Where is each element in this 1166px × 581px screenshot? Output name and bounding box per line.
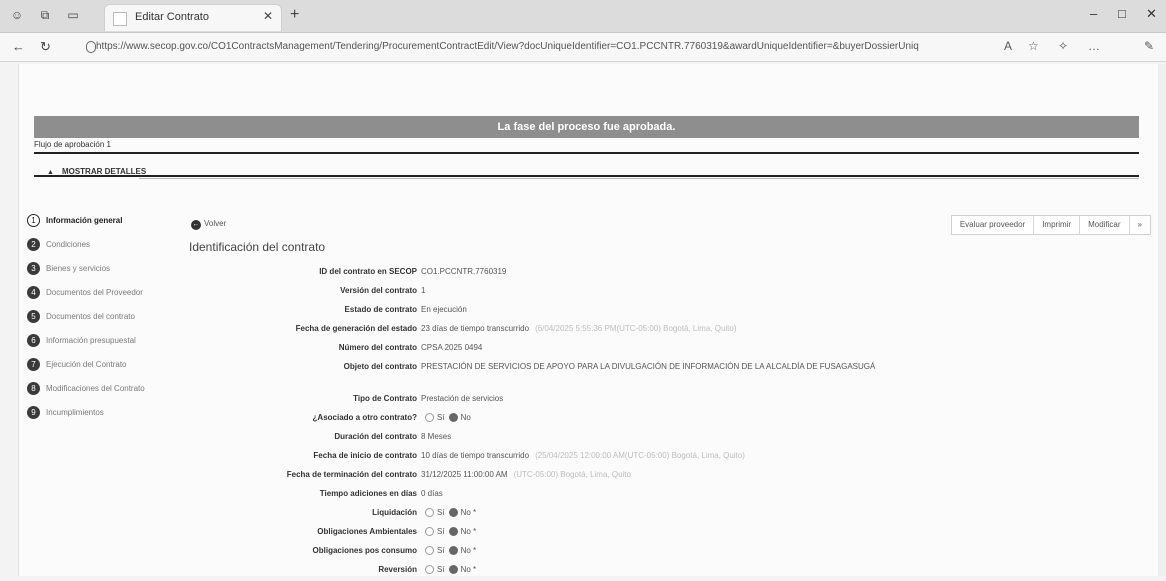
more-icon[interactable]: …	[1088, 39, 1100, 53]
tab-favicon-icon	[113, 12, 127, 26]
step-budget-info[interactable]: 6 Información presupuestal	[27, 334, 177, 358]
radio-no[interactable]	[448, 527, 458, 537]
section-title: Identificación del contrato	[189, 240, 326, 254]
arrow-left-icon: ←	[191, 220, 201, 230]
step-contract-docs[interactable]: 5 Documentos del contrato	[27, 310, 177, 334]
field-row: Versión del contrato 1	[340, 286, 426, 295]
field-row: Objeto del contrato Prestación de servici…	[343, 362, 876, 371]
field-row: Tiempo adiciones en días 0 días	[319, 489, 443, 498]
more-actions-button[interactable]: »	[1130, 216, 1150, 234]
field-row: Fecha de inicio de contrato 10 días de ti…	[313, 451, 745, 460]
maximize-icon[interactable]: □	[1118, 6, 1126, 21]
radio-no[interactable]	[448, 508, 458, 518]
tab-title: Editar Contrato	[135, 11, 209, 23]
step-goods-services[interactable]: 3 Bienes y servicios	[27, 262, 177, 286]
url-field[interactable]: https://www.secop.gov.co/CO1ContractsMan…	[96, 38, 956, 56]
profile-icon[interactable]: ☺	[10, 8, 24, 22]
radio-yes[interactable]	[425, 565, 434, 575]
radio-yes[interactable]	[425, 508, 434, 518]
workspaces-icon[interactable]: ⧉	[38, 8, 52, 22]
page-content: La fase del proceso fue aprobada. Flujo …	[18, 64, 1159, 576]
radio-no[interactable]	[448, 565, 458, 575]
field-row: Tipo de Contrato Prestación de servicios	[353, 394, 504, 403]
field-row: Obligaciones Ambientales Sí No *	[317, 527, 477, 537]
field-row: Fecha de terminación del contrato 31/12/2…	[286, 470, 631, 479]
step-conditions[interactable]: 2 Condiciones	[27, 238, 177, 262]
step-contract-modifications[interactable]: 8 Modificaciones del Contrato	[27, 382, 177, 406]
tab-close-icon[interactable]: ✕	[263, 9, 273, 23]
back-link[interactable]: ← Volver	[191, 219, 226, 230]
field-row: Estado de contrato En ejecución	[344, 305, 467, 314]
tab-actions-icon[interactable]: ▭	[66, 8, 80, 22]
new-tab-icon[interactable]: +	[290, 6, 299, 24]
radio-no[interactable]	[448, 546, 458, 556]
divider	[34, 152, 1139, 154]
minimize-icon[interactable]: –	[1090, 6, 1097, 21]
extension-icon[interactable]: ✎	[1144, 39, 1154, 53]
contract-fields: ID del contrato en SECOP CO1.PCCNTR.77603…	[199, 264, 999, 581]
radio-no[interactable]	[448, 413, 458, 423]
wizard-steps: 1 Información general 2 Condiciones 3 Biene…	[27, 214, 177, 430]
divider	[34, 175, 1139, 177]
action-buttons: Evaluar proveedor Imprimir Modificar »	[950, 215, 1151, 235]
browser-toolbar: ← ↻ https://www.secop.gov.co/CO1Contract…	[0, 33, 1166, 62]
step-breaches[interactable]: 9 Incumplimientos	[27, 406, 177, 430]
radio-yes[interactable]	[425, 413, 434, 423]
lock-icon[interactable]	[86, 41, 96, 53]
refresh-icon[interactable]: ↻	[40, 39, 51, 55]
collections-icon[interactable]: ✧	[1058, 39, 1068, 53]
evaluate-supplier-button[interactable]: Evaluar proveedor	[952, 216, 1035, 234]
field-row: Duración del contrato 8 Meses	[334, 432, 452, 441]
divider	[139, 178, 1139, 179]
read-aloud-icon[interactable]: A	[1004, 39, 1012, 53]
field-row: Reversión Sí No *	[378, 565, 477, 575]
page-scrollbar[interactable]	[1158, 64, 1166, 576]
field-row: Obligaciones pos consumo Sí No *	[312, 546, 477, 556]
modify-button[interactable]: Modificar	[1080, 216, 1130, 234]
print-button[interactable]: Imprimir	[1034, 216, 1081, 234]
approval-banner: La fase del proceso fue aprobada.	[34, 116, 1139, 138]
step-supplier-docs[interactable]: 4 Documentos del Proveedor	[27, 286, 177, 310]
approval-flow-label: Flujo de aprobación 1	[34, 140, 111, 149]
radio-yes[interactable]	[425, 546, 434, 556]
close-window-icon[interactable]: ✕	[1146, 6, 1157, 22]
field-row: Liquidación Sí No *	[372, 508, 477, 518]
field-row: Fecha de generación del estado 23 días de…	[295, 324, 737, 333]
back-icon[interactable]: ←	[12, 39, 25, 54]
step-contract-execution[interactable]: 7 Ejecución del Contrato	[27, 358, 177, 382]
radio-yes[interactable]	[425, 527, 434, 537]
field-row: ¿Asociado a otro contrato? Sí No	[312, 413, 471, 423]
favorites-icon[interactable]: ☆	[1028, 39, 1039, 53]
browser-tab-active[interactable]: Editar Contrato ✕	[104, 4, 282, 31]
field-row: Número del contrato CPSA 2025 0494	[338, 343, 483, 352]
field-row: ID del contrato en SECOP CO1.PCCNTR.77603…	[319, 267, 507, 276]
step-general-info[interactable]: 1 Información general	[27, 214, 177, 238]
browser-titlebar: ☺ ⧉ ▭ Editar Contrato ✕ + – □ ✕	[0, 0, 1166, 33]
